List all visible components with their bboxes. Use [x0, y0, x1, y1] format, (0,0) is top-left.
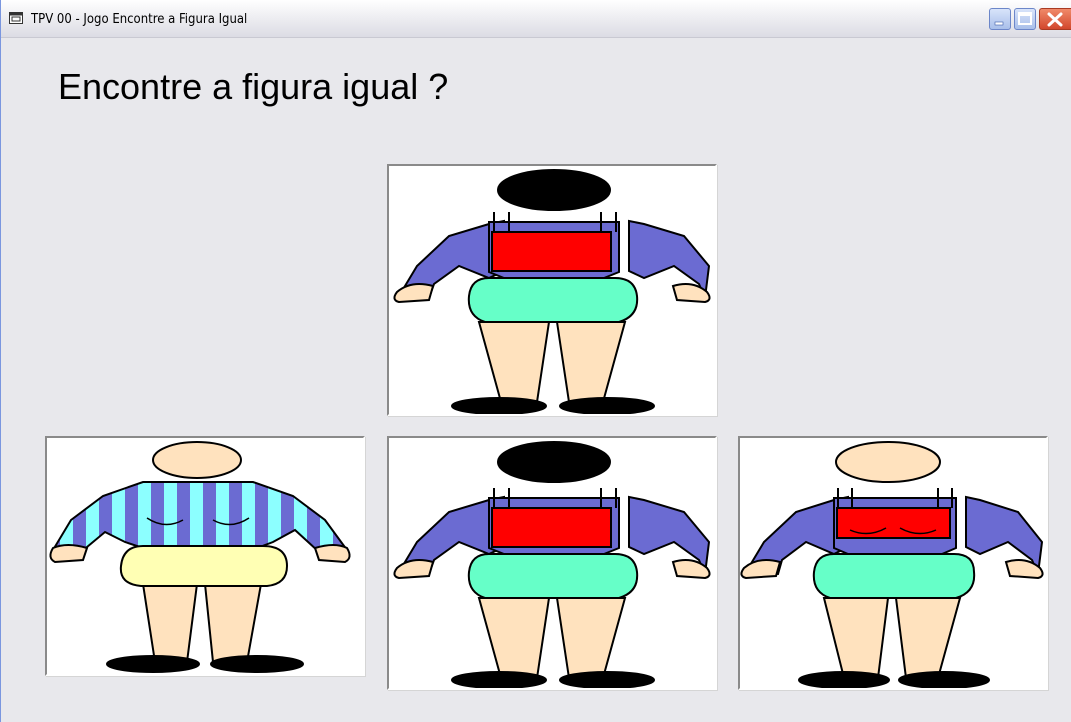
- option-figure-2-drawing: [393, 441, 711, 688]
- game-area: Encontre a figura igual ?: [1, 38, 1071, 722]
- title-bar[interactable]: TPV 00 - Jogo Encontre a Figura Igual: [1, 0, 1071, 38]
- option-figure-3-drawing: [740, 441, 1044, 688]
- question-heading: Encontre a figura igual ?: [58, 66, 449, 107]
- option-figure-3[interactable]: [738, 436, 1048, 690]
- target-figure: [393, 169, 711, 414]
- option-figure-1-drawing: [49, 441, 351, 673]
- app-window-icon: [9, 12, 23, 24]
- close-button[interactable]: [1039, 8, 1071, 30]
- close-icon: [1047, 12, 1063, 27]
- game-window: TPV 00 - Jogo Encontre a Figura Igual En…: [0, 0, 1071, 722]
- minimize-button[interactable]: [989, 8, 1011, 30]
- option-figure-1[interactable]: [45, 436, 365, 676]
- target-figure-panel: [387, 164, 717, 416]
- minimize-icon: [994, 21, 1004, 26]
- window-title: TPV 00 - Jogo Encontre a Figura Igual: [31, 12, 248, 27]
- option-figure-2[interactable]: [387, 436, 717, 690]
- maximize-icon: [1018, 12, 1032, 25]
- maximize-button[interactable]: [1014, 8, 1036, 30]
